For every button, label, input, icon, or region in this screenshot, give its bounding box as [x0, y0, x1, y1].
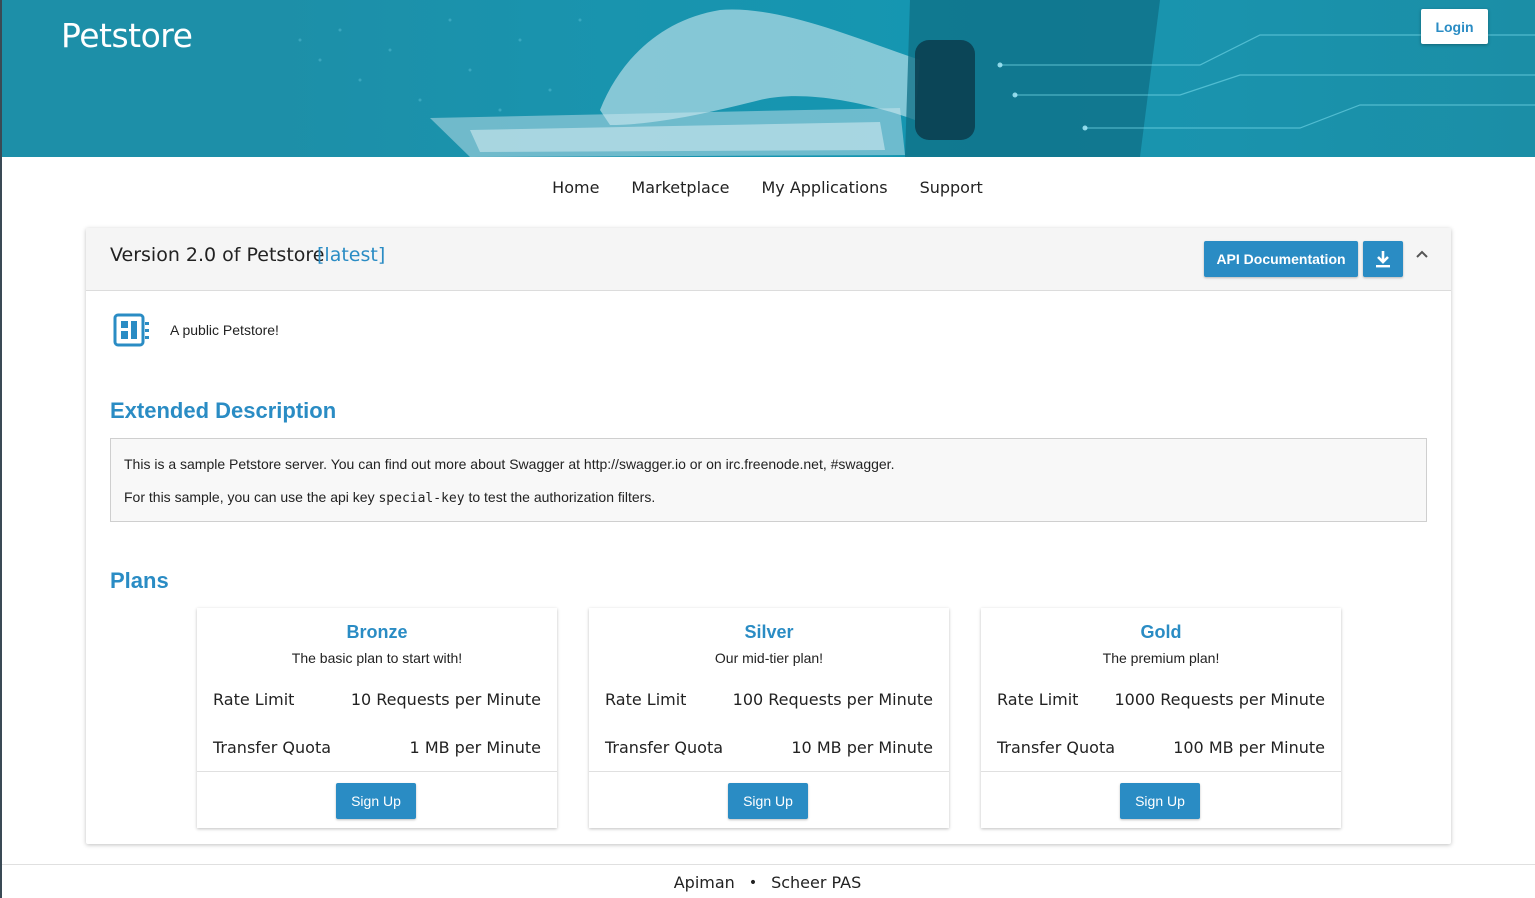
extended-line1-mid: or on — [685, 456, 726, 472]
plan-description: Our mid-tier plan! — [714, 650, 824, 666]
plan-card-silver: Silver Our mid-tier plan! Rate Limit 100 … — [589, 608, 949, 828]
rate-limit-label: Rate Limit — [605, 690, 687, 709]
rate-limit-row: Rate Limit 10 Requests per Minute — [213, 690, 541, 709]
rate-limit-row: Rate Limit 100 Requests per Minute — [605, 690, 933, 709]
download-icon — [1376, 251, 1390, 268]
login-button[interactable]: Login — [1421, 9, 1488, 44]
plan-name: Gold — [1140, 622, 1182, 642]
extended-line-1: This is a sample Petstore server. You ca… — [124, 455, 1413, 473]
plan-description: The basic plan to start with! — [291, 650, 463, 666]
main-nav: Home Marketplace My Applications Support — [0, 178, 1535, 197]
rate-limit-row: Rate Limit 1000 Requests per Minute — [997, 690, 1325, 709]
extended-description-box: This is a sample Petstore server. You ca… — [110, 438, 1427, 522]
version-tag: [latest] — [317, 244, 386, 266]
brand-title: Petstore — [61, 16, 193, 55]
transfer-quota-value: 1 MB per Minute — [409, 738, 541, 757]
sign-up-button-gold[interactable]: Sign Up — [1120, 783, 1200, 819]
extended-line2-suffix: to test the authorization filters. — [464, 489, 656, 505]
extended-description-title: Extended Description — [110, 398, 337, 423]
extended-line1-prefix: This is a sample Petstore server. You ca… — [124, 456, 584, 472]
sign-up-button-bronze[interactable]: Sign Up — [336, 783, 416, 819]
nav-home[interactable]: Home — [552, 178, 599, 197]
plan-card-bronze: Bronze The basic plan to start with! Rat… — [197, 608, 557, 828]
rate-limit-label: Rate Limit — [997, 690, 1079, 709]
plan-name: Bronze — [346, 622, 408, 642]
collapse-button[interactable] — [1413, 246, 1431, 264]
plan-description: The premium plan! — [1102, 650, 1220, 666]
card-header: Version 2.0 of Petstore [latest] API Doc… — [86, 228, 1451, 291]
extended-line1-suffix: . — [890, 456, 895, 472]
api-key-code: special-key — [378, 491, 465, 506]
transfer-quota-label: Transfer Quota — [213, 738, 332, 757]
chevron-up-icon — [1416, 250, 1428, 258]
window-edge — [0, 0, 2, 898]
rate-limit-label: Rate Limit — [213, 690, 295, 709]
plan-footer: Sign Up — [589, 771, 949, 828]
transfer-quota-label: Transfer Quota — [997, 738, 1116, 757]
transfer-quota-value: 100 MB per Minute — [1173, 738, 1325, 757]
footer-separator: • — [748, 874, 758, 891]
rate-limit-value: 100 Requests per Minute — [732, 690, 933, 709]
short-description: A public Petstore! — [170, 322, 279, 338]
footer-divider — [0, 864, 1535, 865]
plan-footer: Sign Up — [197, 771, 557, 828]
transfer-quota-row: Transfer Quota 100 MB per Minute — [997, 738, 1325, 757]
plans-title: Plans — [110, 568, 169, 593]
version-title: Version 2.0 of Petstore — [110, 244, 325, 266]
hero-banner: Petstore Login — [0, 0, 1535, 157]
rate-limit-value: 10 Requests per Minute — [350, 690, 541, 709]
transfer-quota-row: Transfer Quota 10 MB per Minute — [605, 738, 933, 757]
footer-scheer-link[interactable]: Scheer PAS — [771, 873, 861, 892]
api-documentation-button[interactable]: API Documentation — [1204, 241, 1358, 277]
extended-line2-prefix: For this sample, you can use the api key — [124, 489, 379, 505]
nav-support[interactable]: Support — [920, 178, 983, 197]
footer-apiman-link[interactable]: Apiman — [674, 873, 735, 892]
api-icon — [113, 313, 149, 347]
nav-marketplace[interactable]: Marketplace — [631, 178, 729, 197]
swagger-link[interactable]: http://swagger.io — [584, 456, 686, 472]
download-button[interactable] — [1363, 241, 1403, 277]
plan-card-gold: Gold The premium plan! Rate Limit 1000 Re… — [981, 608, 1341, 828]
extended-line-2: For this sample, you can use the api key… — [124, 488, 1413, 508]
plan-footer: Sign Up — [981, 771, 1341, 828]
nav-my-applications[interactable]: My Applications — [761, 178, 887, 197]
transfer-quota-value: 10 MB per Minute — [791, 738, 933, 757]
sign-up-button-silver[interactable]: Sign Up — [728, 783, 808, 819]
hero-image — [298, 0, 1535, 157]
transfer-quota-row: Transfer Quota 1 MB per Minute — [213, 738, 541, 757]
irc-link[interactable]: irc.freenode.net, #swagger — [726, 456, 891, 472]
footer: Apiman • Scheer PAS — [0, 873, 1535, 892]
rate-limit-value: 1000 Requests per Minute — [1114, 690, 1325, 709]
transfer-quota-label: Transfer Quota — [605, 738, 724, 757]
api-version-card: Version 2.0 of Petstore [latest] API Doc… — [86, 228, 1451, 844]
plan-name: Silver — [744, 622, 794, 642]
